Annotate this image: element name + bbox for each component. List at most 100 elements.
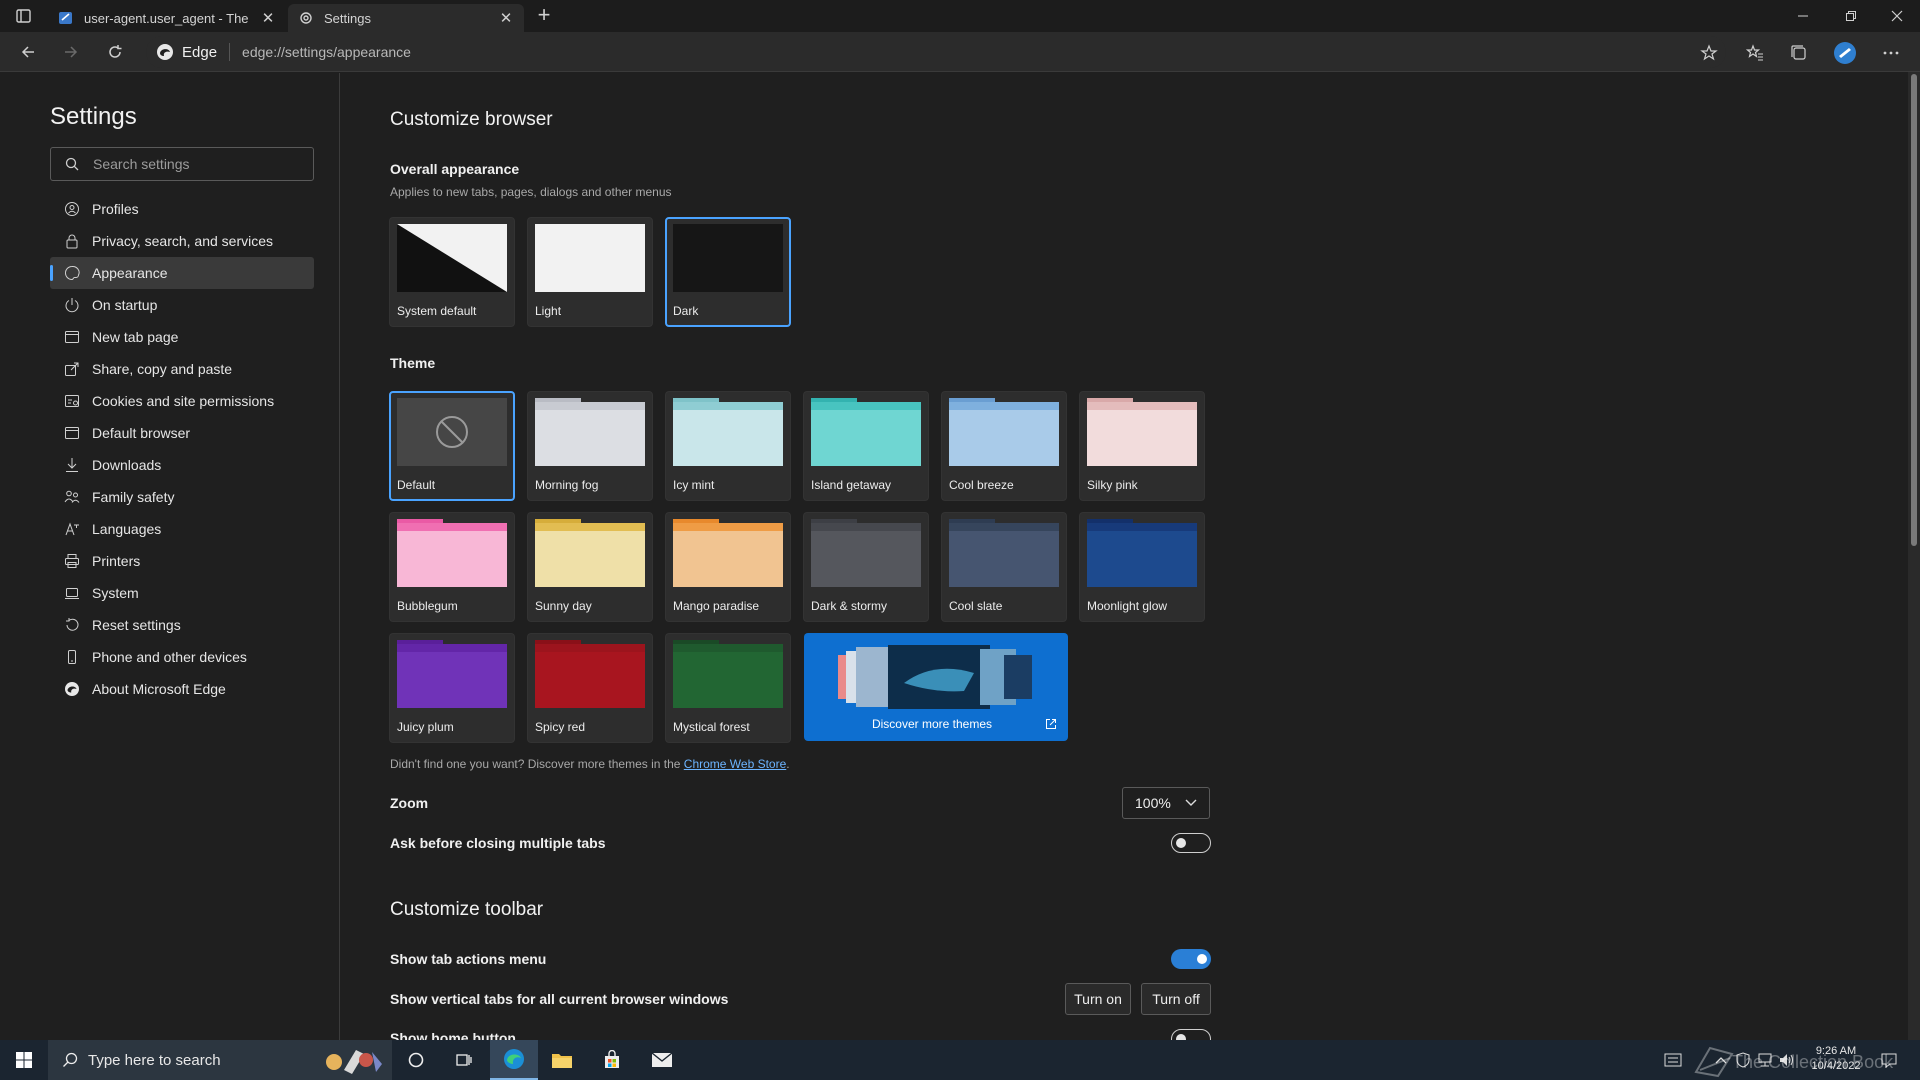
add-favorite-icon[interactable] [1696,40,1722,66]
refresh-icon[interactable] [102,39,128,65]
mail-icon[interactable] [638,1040,686,1080]
theme-option-island-getaway[interactable]: Island getaway [803,391,929,501]
no-theme-icon [397,398,507,466]
keyboard-icon[interactable] [1664,1052,1682,1068]
sidebar-item-appearance[interactable]: Appearance [50,257,314,289]
back-icon[interactable] [15,39,41,65]
theme-option-cool-breeze[interactable]: Cool breeze [941,391,1067,501]
windows-start-icon[interactable] [0,1040,48,1080]
site-identity[interactable]: Edge [146,43,217,61]
scrollbar-thumb[interactable] [1911,74,1917,546]
turn-off-button[interactable]: Turn off [1141,983,1211,1015]
address-bar[interactable]: Edge edge://settings/appearance [146,36,1726,68]
cookie-icon [64,393,80,409]
sidebar-item-languages[interactable]: Languages [50,513,314,545]
sidebar-item-profiles[interactable]: Profiles [50,193,314,225]
page-favicon-icon [59,12,72,24]
sidebar-item-downloads[interactable]: Downloads [50,449,314,481]
theme-option-morning-fog[interactable]: Morning fog [527,391,653,501]
zoom-select[interactable]: 100% [1122,787,1210,819]
sidebar-item-label: Share, copy and paste [92,361,233,377]
chrome-web-store-link[interactable]: Chrome Web Store [684,757,787,771]
home-button-toggle[interactable] [1171,1029,1211,1040]
appearance-option-dark[interactable]: Dark [665,217,791,327]
collections-icon[interactable] [1786,40,1812,66]
appearance-option-system-default[interactable]: System default [389,217,515,327]
theme-label: Dark & stormy [811,599,888,613]
theme-option-cool-slate[interactable]: Cool slate [941,512,1067,622]
theme-option-dark-stormy[interactable]: Dark & stormy [803,512,929,622]
search-highlight-image [326,1050,382,1074]
ask-close-toggle[interactable] [1171,833,1211,853]
sidebar-item-on-startup[interactable]: On startup [50,289,314,321]
sidebar-item-family-safety[interactable]: Family safety [50,481,314,513]
option-label: Dark [673,304,699,318]
restore-icon[interactable] [1828,0,1874,32]
more-menu-icon[interactable] [1878,40,1904,66]
sidebar-item-system[interactable]: System [50,577,314,609]
tab-actions-toggle[interactable] [1171,949,1211,969]
theme-preview [811,398,921,466]
search-icon [65,157,79,171]
tab-settings[interactable]: Settings ✕ [288,4,524,32]
window-close-icon[interactable] [1874,0,1920,32]
sidebar-item-about[interactable]: About Microsoft Edge [50,673,314,705]
forward-icon[interactable] [58,39,84,65]
edge-taskbar-icon[interactable] [490,1040,538,1080]
theme-option-spicy-red[interactable]: Spicy red [527,633,653,743]
theme-option-mystical-forest[interactable]: Mystical forest [665,633,791,743]
theme-option-default[interactable]: Default [389,391,515,501]
minimize-icon[interactable] [1780,0,1826,32]
close-icon[interactable]: ✕ [498,10,514,27]
sidebar-item-reset[interactable]: Reset settings [50,609,314,641]
sidebar-item-share[interactable]: Share, copy and paste [50,353,314,385]
sidebar-item-phone[interactable]: Phone and other devices [50,641,314,673]
theme-option-juicy-plum[interactable]: Juicy plum [389,633,515,743]
turn-on-button[interactable]: Turn on [1065,983,1131,1015]
tab-actions-icon[interactable] [10,6,38,26]
page-scrollbar[interactable] [1908,72,1920,1040]
theme-label: Silky pink [1087,478,1138,492]
close-icon[interactable]: ✕ [260,10,276,27]
theme-preview [535,640,645,708]
tab-user-agent[interactable]: user-agent.user_agent - The Colle ✕ [48,4,286,32]
theme-option-sunny-day[interactable]: Sunny day [527,512,653,622]
sidebar-item-label: Profiles [92,201,139,217]
cortana-icon[interactable] [392,1040,440,1080]
search-settings[interactable] [50,147,314,181]
discover-label: Discover more themes [871,717,993,731]
appearance-option-light[interactable]: Light [527,217,653,327]
theme-option-silky-pink[interactable]: Silky pink [1079,391,1205,501]
file-explorer-icon[interactable] [538,1040,586,1080]
theme-option-icy-mint[interactable]: Icy mint [665,391,791,501]
store-icon[interactable] [588,1040,636,1080]
site-label: Edge [182,43,218,61]
profile-avatar-icon[interactable] [1832,40,1858,66]
printer-icon [64,553,80,569]
sidebar-item-privacy[interactable]: Privacy, search, and services [50,225,314,257]
sidebar-item-label: About Microsoft Edge [92,681,226,697]
task-view-icon[interactable] [440,1040,488,1080]
theme-label: Mystical forest [673,720,750,734]
theme-label: Juicy plum [397,720,454,734]
browser-icon [64,425,80,441]
theme-option-moonlight-glow[interactable]: Moonlight glow [1079,512,1205,622]
sidebar-item-new-tab-page[interactable]: New tab page [50,321,314,353]
search-input[interactable] [93,156,293,172]
discover-more-themes[interactable]: Discover more themes [804,633,1068,741]
sidebar-item-label: Cookies and site permissions [92,393,275,409]
lock-icon [64,233,80,249]
theme-preview [949,398,1059,466]
settings-main: Customize browser Overall appearance App… [341,73,1911,1040]
new-tab-button[interactable]: + [533,4,555,27]
theme-label: Spicy red [535,720,586,734]
url-text[interactable]: edge://settings/appearance [242,44,411,60]
sidebar-item-printers[interactable]: Printers [50,545,314,577]
sidebar-item-cookies[interactable]: Cookies and site permissions [50,385,314,417]
favorites-icon[interactable] [1742,40,1768,66]
theme-option-bubblegum[interactable]: Bubblegum [389,512,515,622]
sidebar-item-default-browser[interactable]: Default browser [50,417,314,449]
theme-option-mango-paradise[interactable]: Mango paradise [665,512,791,622]
taskbar-search[interactable]: Type here to search [48,1040,392,1080]
theme-preview [1087,398,1197,466]
